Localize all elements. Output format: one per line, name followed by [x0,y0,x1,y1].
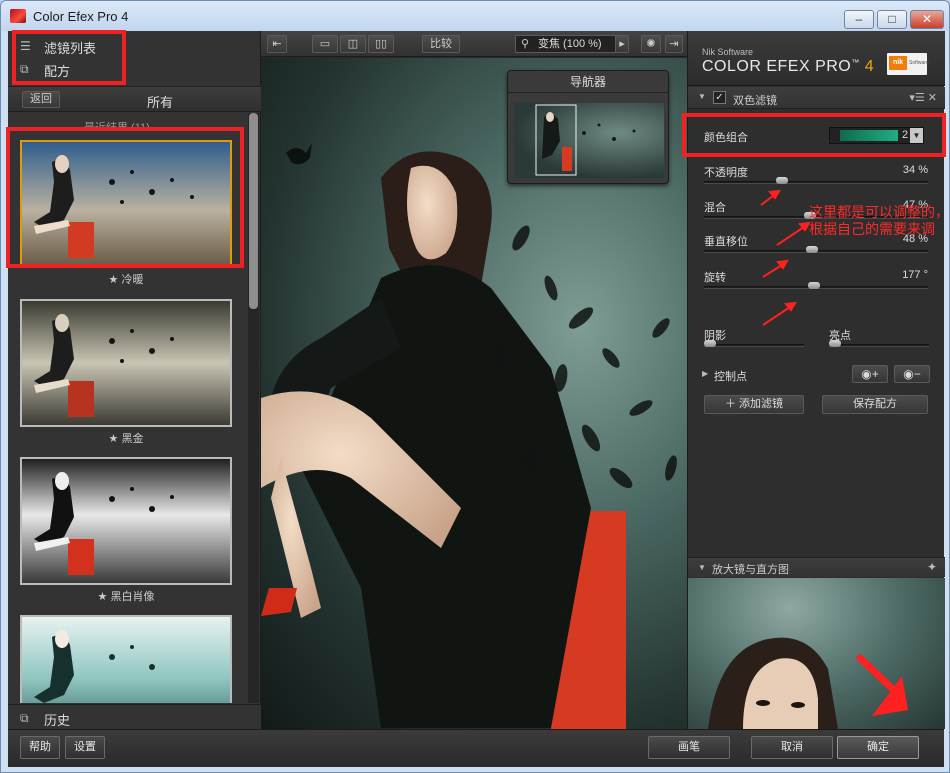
preset-thumbnail [20,457,232,585]
slider-value: 177 ° [902,269,928,281]
preset-item[interactable]: ★ 黑金 [20,299,232,446]
navigator-title: 导航器 [508,71,668,93]
logo-subtext: Software [909,60,929,66]
ok-button[interactable]: 确定 [837,736,919,759]
preset-thumbnail [20,615,232,703]
remove-control-point-button[interactable]: ◉− [894,365,930,383]
filter-header[interactable]: ▼ ✓ 双色滤镜 ▾☰ ✕ [688,87,945,109]
collapse-left-button[interactable]: ⇤ [267,35,287,53]
product-name: COLOR EFEX PRO™ 4 [702,58,874,76]
back-button[interactable]: 返回 [22,91,60,108]
app-icon [10,9,26,23]
annotation-box-color [682,113,946,157]
slider-label: 不透明度 [704,167,748,179]
preset-caption: ★ 冷暖 [108,274,144,286]
annotation-text: 这里都是可以调整的，根据自己的需要来调 [809,204,949,237]
collapse-triangle-icon[interactable]: ▼ [698,92,706,101]
loupe-header[interactable]: ▼ 放大镜与直方图 ✦ [688,557,945,577]
preset-image [22,459,230,583]
preview-area: ⇤ ▭ ◫ ▯▯ 比较 ⚲ 变焦 (100 %) ▸ ✺ ⇥ 导航器 [261,31,687,729]
scrollbar-thumb[interactable] [249,113,258,309]
expand-triangle-icon[interactable]: ▶ [702,369,708,378]
pin-icon[interactable]: ✦ [927,560,937,574]
add-filter-button[interactable]: ＋ 添加滤镜 [704,395,804,414]
app-window: Color Efex Pro 4 – □ ✕ ☰ 滤镜列表 ⧉ 配方 返回 所有… [0,0,950,773]
zoom-value: 变焦 (100 %) [538,38,602,50]
single-view-button[interactable]: ▭ [312,35,338,53]
preset-caption: ★ 黑白肖像 [97,591,155,603]
search-icon: ⚲ [521,38,530,50]
slider-label: 混合 [704,202,726,214]
history-icon: ⧉ [20,711,29,725]
control-points-row: ▶ 控制点 ◉+ ◉− [688,365,945,385]
preset-item[interactable]: ★ 黑白肖像 [20,457,232,604]
nik-software-label: Nik Software [702,47,754,57]
category-title: 所有 [147,95,174,110]
preset-caption: ★ 黑金 [108,433,144,445]
save-recipe-button[interactable]: 保存配方 [822,395,928,414]
preset-item[interactable] [20,615,232,703]
loupe-image [708,637,908,729]
history-tab[interactable]: ⧉ 历史 [8,704,261,729]
close-button[interactable]: ✕ [910,10,944,29]
minimize-button[interactable]: – [844,10,874,29]
navigator-image [535,104,636,176]
nik-logo: nik Software [887,53,929,75]
slider-track[interactable] [704,344,804,347]
side-by-side-button[interactable]: ▯▯ [368,35,394,53]
filter-name: 双色滤镜 [733,95,777,107]
preset-image [22,301,230,425]
split-view-button[interactable]: ◫ [340,35,366,53]
slider-value: 34 % [902,164,928,176]
annotation-box-preset [6,127,244,268]
preset-thumbnail [20,299,232,427]
slider-track[interactable] [829,344,929,347]
control-points-label: 控制点 [714,371,747,383]
slider-label: 垂直移位 [704,236,748,248]
cancel-button[interactable]: 取消 [751,736,833,759]
preset-image [22,617,230,703]
trademark: ™ [851,58,860,67]
loupe-title: 放大镜与直方图 [712,564,789,576]
category-nav: 返回 所有 [8,86,261,112]
preset-scrollbar[interactable] [248,113,259,703]
bulb-icon[interactable]: ✺ [641,35,661,53]
slider-knob[interactable] [704,340,716,347]
navigator-thumbnail[interactable] [514,103,664,178]
bottom-bar: 帮助 设置 画笔 取消 确定 [8,729,944,767]
history-label: 历史 [44,713,71,728]
loupe-view[interactable] [688,578,945,729]
shadows-slider[interactable]: 阴影 [704,327,804,359]
maximize-button[interactable]: □ [877,10,907,29]
zoom-selector[interactable]: ⚲ 变焦 (100 %) [515,35,623,53]
filter-menu-icon[interactable]: ▾☰ ✕ [909,91,937,104]
help-button[interactable]: 帮助 [20,736,60,759]
collapse-triangle-icon[interactable]: ▼ [698,563,706,572]
slider-knob[interactable] [829,340,841,347]
brand-header: Nik Software COLOR EFEX PRO™ 4 nik Softw… [688,31,945,86]
highlights-slider[interactable]: 亮点 [829,327,929,359]
add-control-point-button[interactable]: ◉+ [852,365,888,383]
title-bar: Color Efex Pro 4 – □ ✕ [1,1,949,31]
window-title: Color Efex Pro 4 [33,9,129,24]
preview-image[interactable]: 导航器 [261,58,687,729]
brush-button[interactable]: 画笔 [648,736,730,759]
collapse-right-button[interactable]: ⇥ [665,35,683,53]
zoom-arrow-button[interactable]: ▸ [615,35,629,53]
compare-button[interactable]: 比较 [422,35,460,53]
product-label: COLOR EFEX PRO [702,58,852,75]
product-version: 4 [864,58,875,75]
navigator-panel[interactable]: 导航器 [507,70,669,184]
settings-button[interactable]: 设置 [65,736,105,759]
preview-toolbar: ⇤ ▭ ◫ ▯▯ 比较 ⚲ 变焦 (100 %) ▸ ✺ ⇥ [261,31,687,57]
annotation-box-tabs [12,30,126,85]
filter-enable-checkbox[interactable]: ✓ [713,91,726,104]
slider-label: 旋转 [704,272,726,284]
logo-mark: nik [889,56,907,70]
